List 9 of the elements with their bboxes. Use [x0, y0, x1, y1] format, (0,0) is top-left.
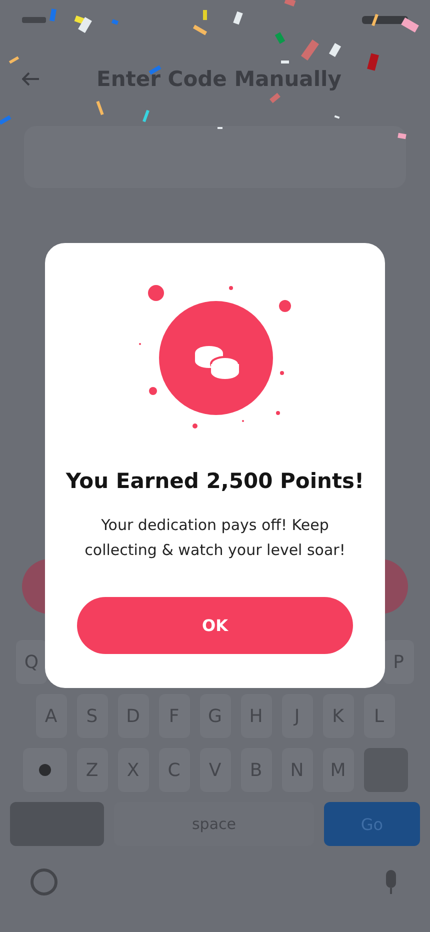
emoji-icon[interactable]: [30, 868, 58, 896]
dialog-title: You Earned 2,500 Points!: [66, 469, 364, 493]
ok-button[interactable]: OK: [77, 597, 353, 654]
shift-key[interactable]: [22, 748, 66, 792]
dialog-message: Your dedication pays off! Keep collecting & watch your level soar!: [84, 515, 346, 561]
numbers-key[interactable]: [10, 802, 104, 846]
back-arrow-icon[interactable]: [22, 72, 40, 86]
dot-icon: [38, 763, 52, 777]
code-field[interactable]: [24, 126, 406, 188]
